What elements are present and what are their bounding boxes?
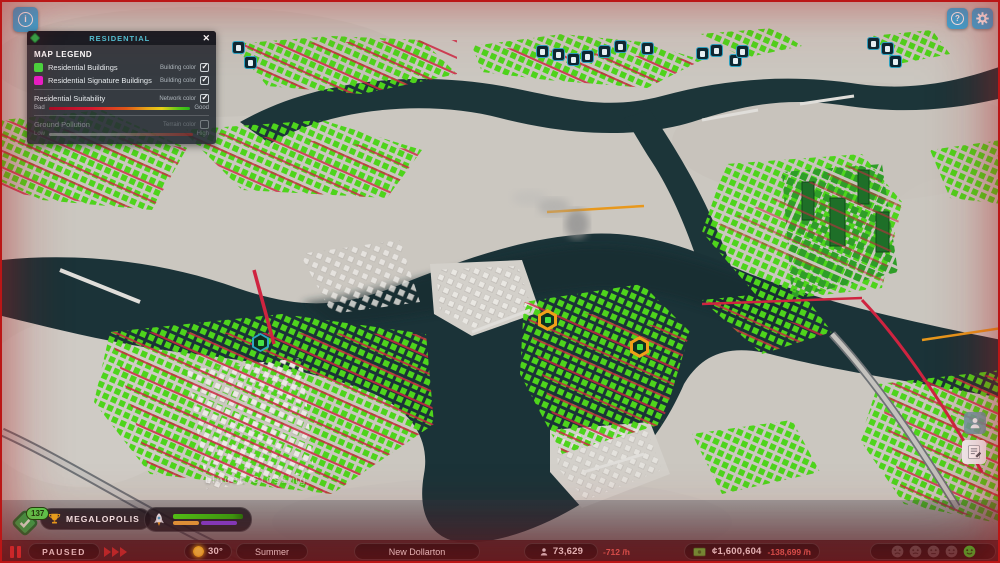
population-rate: -712 /h [603,547,630,557]
pollution-gradient-bar [49,132,193,136]
map-notification-icon[interactable] [696,47,709,60]
map-notification-icon[interactable] [736,45,749,58]
pause-icon[interactable] [10,546,24,558]
money-value: ¢1,600,604 [711,546,762,557]
sun-icon [193,546,205,557]
money-rate: -138,699 /h [767,546,812,557]
control-label: Terrain color [162,121,196,128]
scale-min-label: Low [34,131,46,137]
pollution-scale: Low High [34,131,209,137]
milestone-name: MEGALOPOLIS [66,514,140,524]
control-label: Building color [159,77,196,84]
pause-state-label: PAUSED [42,546,86,557]
money-pill[interactable]: ¢1,600,604 -138,699 /h [684,543,820,560]
infoview-panel-header[interactable]: RESIDENTIAL ✕ [27,31,216,45]
map-notification-icon[interactable] [710,44,723,57]
building-color-checkbox[interactable] [200,62,209,72]
signature-swatch [34,76,43,85]
milestone-button[interactable]: 137 [10,507,50,538]
help-button[interactable]: ? [947,8,968,29]
legend-label: Residential Suitability [34,94,106,103]
suitability-gradient-bar [48,106,191,110]
main-toolbar: 137 MEGALOPOLIS [2,500,998,541]
map-notification-icon[interactable] [232,41,245,54]
legend-label: Ground Pollution [34,120,90,129]
network-color-checkbox[interactable] [200,93,209,103]
building-color-checkbox[interactable] [200,75,209,85]
legend-label: Residential Signature Buildings [48,76,152,85]
map-notification-icon[interactable] [244,56,257,69]
simulation-state-pill[interactable]: PAUSED [28,543,100,560]
map-notification-icon[interactable] [614,40,627,53]
temperature-pill[interactable]: 30° [184,543,232,560]
map-notification-icon[interactable] [867,37,880,50]
happiness-face-happy-icon [963,545,975,558]
legend-row-signature-buildings: Residential Signature Buildings Building… [34,75,209,85]
population-icon [540,547,548,555]
panel-title: RESIDENTIAL [89,33,151,43]
map-notification-icon[interactable] [881,42,894,55]
happiness-face-sad-icon [909,545,921,558]
trophy-icon [48,513,61,524]
population-value: 73,629 [552,546,584,557]
suitability-scale: Bad Good [34,105,209,111]
map-notification-icon[interactable] [598,45,611,58]
milestone-name-pill[interactable]: MEGALOPOLIS [40,508,151,530]
xp-progress-pill[interactable] [144,507,252,532]
xp-bar-orange [173,521,199,525]
legend-label: Residential Buildings [48,63,118,72]
divider [34,89,209,90]
season-label: Summer [254,546,289,557]
milestone-level-badge: 137 [26,507,50,520]
city-name-pill[interactable]: New Dollarton [354,543,480,560]
map-notification-icon[interactable] [641,42,654,55]
help-icon: ? [951,12,964,25]
happiness-face-very-sad-icon [891,545,903,558]
info-button[interactable]: i [13,7,38,32]
xp-bar-green [173,514,243,520]
happiness-indicator[interactable] [870,543,996,560]
legend-row-residential-buildings: Residential Buildings Building color [34,62,209,72]
map-notification-icon[interactable] [536,45,549,58]
settings-button[interactable] [972,8,993,29]
legend-heading: MAP LEGEND [34,50,93,59]
rocket-icon [154,512,164,526]
journal-icon[interactable] [962,440,986,464]
divider [34,115,209,116]
scale-max-label: High [196,131,209,137]
residential-swatch [34,63,43,72]
status-bar: PAUSED 30° Summer New Dollarton 73,629 -… [2,540,998,561]
district-label: Linden Crossing [205,475,308,486]
control-label: Network color [159,95,196,102]
xp-bar-purple [201,521,237,525]
population-pill[interactable]: 73,629 [524,543,598,560]
money-icon [693,547,706,556]
happiness-face-neutral-icon [927,545,939,558]
map-notification-icon[interactable] [552,48,565,61]
map-notification-icon[interactable] [567,53,580,66]
gear-icon [976,12,989,25]
city-name: New Dollarton [388,546,446,557]
scale-min-label: Bad [34,105,45,111]
info-icon: i [18,12,33,27]
map-notification-icon[interactable] [889,55,902,68]
terrain-color-checkbox[interactable] [200,120,209,129]
legend-row-suitability: Residential Suitability Network color [34,93,209,103]
citizen-notification-icon[interactable] [964,412,986,434]
infoview-panel: RESIDENTIAL ✕ MAP LEGEND Residential Bui… [27,31,216,144]
scale-max-label: Good [194,105,209,111]
map-notification-icon[interactable] [581,50,594,63]
close-icon[interactable]: ✕ [200,33,212,44]
fast-forward-icon[interactable] [104,547,127,557]
control-label: Building color [159,64,196,71]
legend-row-ground-pollution: Ground Pollution Terrain color [34,120,209,129]
temperature-value: 30° [208,546,223,557]
happiness-face-content-icon [945,545,957,558]
game-screen: Linden Crossing i ? RESIDENTIAL ✕ MAP LE… [0,0,1000,563]
season-pill[interactable]: Summer [236,543,308,560]
xp-bars [173,514,243,525]
